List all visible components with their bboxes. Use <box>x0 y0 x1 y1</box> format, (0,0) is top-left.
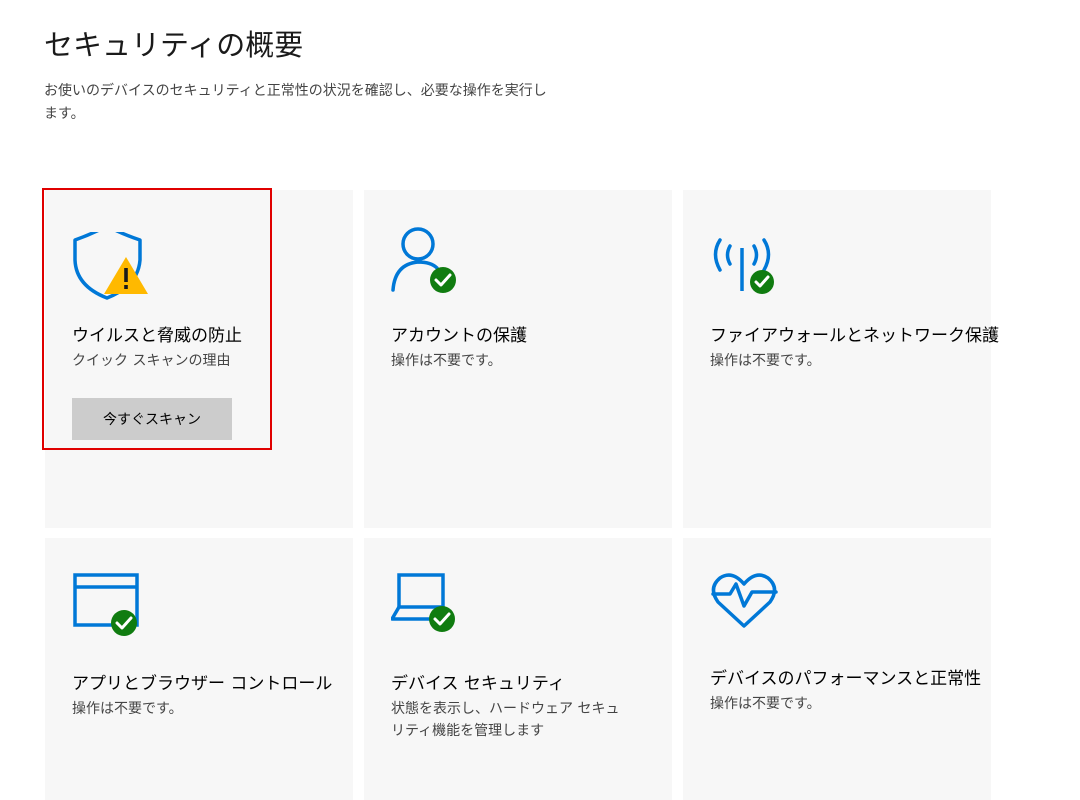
tile-title: ファイアウォールとネットワーク保護 <box>710 326 999 346</box>
laptop-check-icon <box>391 572 471 642</box>
shield-warning-icon <box>72 224 152 302</box>
browser-window-check-icon <box>72 572 152 642</box>
tile-status: 操作は不要です。 <box>710 353 821 369</box>
tile-title: デバイス セキュリティ <box>391 674 565 694</box>
tile-title: ウイルスと脅威の防止 <box>72 326 242 346</box>
tile-status-link[interactable]: クイック スキャンの理由 <box>72 350 327 372</box>
tile-device-security[interactable]: デバイス セキュリティ 状態を表示し、ハードウェア セキュリティ機能を管理します <box>364 538 672 800</box>
tile-status: 操作は不要です。 <box>391 353 502 369</box>
person-check-icon <box>391 224 471 294</box>
tile-title: デバイスのパフォーマンスと正常性 <box>710 669 982 689</box>
tile-virus-threat-protection[interactable]: ウイルスと脅威の防止 クイック スキャンの理由 今すぐスキャン <box>45 190 353 528</box>
tile-app-browser-control[interactable]: アプリとブラウザー コントロール 操作は不要です。 <box>45 538 353 800</box>
page-title: セキュリティの概要 <box>44 28 304 62</box>
tile-account-protection[interactable]: アカウントの保護 操作は不要です。 <box>364 190 672 528</box>
wireless-check-icon <box>710 224 790 294</box>
tile-status: 操作は不要です。 <box>710 696 821 712</box>
scan-now-button[interactable]: 今すぐスキャン <box>72 398 232 440</box>
heart-pulse-icon <box>710 572 790 642</box>
tile-title: アカウントの保護 <box>391 326 527 346</box>
tile-device-performance-health[interactable]: デバイスのパフォーマンスと正常性 操作は不要です。 <box>683 538 991 800</box>
tile-firewall-network-protection[interactable]: ファイアウォールとネットワーク保護 操作は不要です。 <box>683 190 999 528</box>
tile-title: アプリとブラウザー コントロール <box>72 674 333 694</box>
tile-status: 操作は不要です。 <box>72 701 183 717</box>
page-description: お使いのデバイスのセキュリティと正常性の状況を確認し、必要な操作を実行します。 <box>44 83 547 122</box>
tile-status: 状態を表示し、ハードウェア セキュリティ機能を管理します <box>391 701 620 739</box>
